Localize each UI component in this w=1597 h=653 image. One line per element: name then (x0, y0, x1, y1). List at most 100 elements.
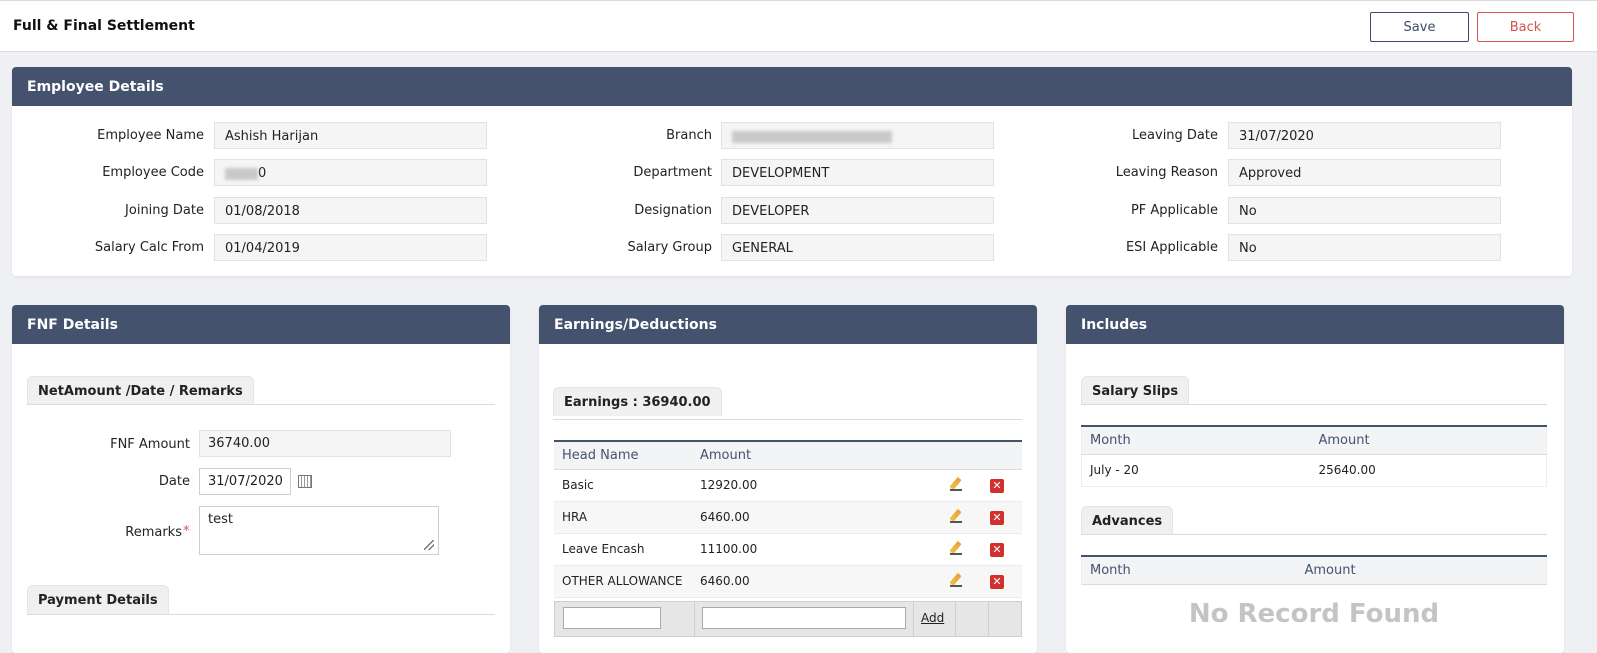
table-row[interactable]: July - 20 25640.00 (1081, 454, 1547, 487)
divider (27, 404, 495, 405)
column-header-edit (942, 441, 982, 470)
department-label: Department (633, 165, 712, 180)
head-name-cell: Basic (554, 469, 692, 502)
tab-salary-slips[interactable]: Salary Slips (1081, 376, 1190, 405)
new-amount-input[interactable] (702, 607, 906, 629)
divider (913, 602, 914, 636)
delete-icon[interactable]: ✕ (990, 478, 1004, 493)
table-row: OTHER ALLOWANCE 6460.00 ✕ (554, 565, 1022, 598)
column-header-delete (982, 441, 1022, 470)
employee-code-field[interactable]: 0 (214, 159, 487, 186)
employee-name-field[interactable]: Ashish Harijan (214, 122, 487, 149)
page-title: Full & Final Settlement (13, 18, 195, 34)
tab-netamount-date-remarks[interactable]: NetAmount /Date / Remarks (27, 376, 254, 405)
month-cell: July - 20 (1081, 454, 1311, 487)
fnf-amount-field[interactable]: 36740.00 (199, 430, 451, 457)
top-bar: Full & Final Settlement Save Back (0, 0, 1597, 52)
salary-calc-from-field[interactable]: 01/04/2019 (214, 234, 487, 261)
pf-applicable-label: PF Applicable (1130, 203, 1218, 218)
earnings-deductions-title: Earnings/Deductions (539, 305, 1037, 344)
divider (1081, 404, 1547, 405)
date-label: Date (158, 474, 190, 489)
advances-table: Month Amount (1081, 555, 1547, 585)
calendar-icon[interactable] (298, 475, 312, 488)
salary-group-field[interactable]: GENERAL (721, 234, 994, 261)
leaving-date-label: Leaving Date (1132, 128, 1218, 143)
edit-pencil-icon[interactable] (950, 509, 964, 523)
column-header-amount: Amount (1296, 556, 1547, 585)
save-button[interactable]: Save (1370, 12, 1469, 42)
remarks-label: Remarks (125, 525, 182, 540)
back-button[interactable]: Back (1477, 12, 1574, 42)
employee-details-title: Employee Details (12, 67, 1572, 106)
employee-details-panel: Employee Details Employee Name Ashish Ha… (12, 67, 1572, 276)
pf-applicable-field[interactable]: No (1228, 197, 1501, 224)
column-header-amount: Amount (692, 441, 942, 470)
amount-cell: 11100.00 (692, 533, 942, 566)
employee-code-value: 0 (258, 166, 267, 181)
branch-field[interactable] (721, 122, 994, 149)
designation-label: Designation (634, 203, 712, 218)
includes-panel: Includes Salary Slips Month Amount July … (1066, 305, 1564, 653)
designation-field[interactable]: DEVELOPER (721, 197, 994, 224)
redacted-mask (732, 130, 892, 143)
employee-code-label: Employee Code (102, 165, 204, 180)
amount-cell: 6460.00 (692, 565, 942, 598)
fnf-details-panel: FNF Details NetAmount /Date / Remarks FN… (12, 305, 510, 653)
date-input[interactable]: 31/07/2020 (199, 468, 291, 495)
amount-cell: 12920.00 (692, 469, 942, 502)
salary-slips-table: Month Amount July - 20 25640.00 (1081, 425, 1547, 487)
edit-pencil-icon[interactable] (950, 541, 964, 555)
amount-cell: 6460.00 (692, 501, 942, 534)
head-name-cell: OTHER ALLOWANCE (554, 565, 692, 598)
employee-name-label: Employee Name (97, 128, 204, 143)
required-marker: * (183, 524, 190, 539)
divider (988, 602, 989, 636)
add-link[interactable]: Add (921, 611, 944, 625)
fnf-amount-label: FNF Amount (110, 437, 190, 452)
table-row: HRA 6460.00 ✕ (554, 501, 1022, 534)
delete-icon[interactable]: ✕ (990, 542, 1004, 557)
earnings-table: Head Name Amount Basic 12920.00 ✕ HRA 64… (554, 440, 1022, 598)
divider (1081, 534, 1547, 535)
column-header-month: Month (1081, 556, 1297, 585)
divider (553, 419, 1022, 420)
esi-applicable-label: ESI Applicable (1125, 240, 1218, 255)
divider (27, 614, 495, 615)
divider (694, 602, 695, 636)
head-name-cell: Leave Encash (554, 533, 692, 566)
redacted-mask (225, 167, 258, 180)
leaving-reason-field[interactable]: Approved (1228, 159, 1501, 186)
column-header-head-name: Head Name (554, 441, 692, 470)
resize-handle-icon[interactable] (424, 540, 434, 550)
table-row: Leave Encash 11100.00 ✕ (554, 533, 1022, 566)
branch-label: Branch (666, 128, 712, 143)
tab-advances[interactable]: Advances (1081, 506, 1174, 535)
tab-earnings[interactable]: Earnings : 36940.00 (553, 387, 722, 416)
earnings-deductions-panel: Earnings/Deductions Earnings : 36940.00 … (539, 305, 1037, 653)
tab-payment-details[interactable]: Payment Details (27, 585, 169, 614)
no-record-message: No Record Found (1188, 599, 1440, 629)
table-row: Basic 12920.00 ✕ (554, 469, 1022, 502)
head-name-cell: HRA (554, 501, 692, 534)
column-header-amount: Amount (1310, 426, 1547, 455)
department-field[interactable]: DEVELOPMENT (721, 159, 994, 186)
delete-icon[interactable]: ✕ (990, 510, 1004, 525)
joining-date-label: Joining Date (125, 203, 204, 218)
new-head-name-input[interactable] (563, 607, 661, 629)
leaving-date-field[interactable]: 31/07/2020 (1228, 122, 1501, 149)
salary-group-label: Salary Group (627, 240, 712, 255)
remarks-textarea[interactable]: test (199, 506, 439, 555)
divider (955, 602, 956, 636)
esi-applicable-field[interactable]: No (1228, 234, 1501, 261)
leaving-reason-label: Leaving Reason (1115, 165, 1218, 180)
delete-icon[interactable]: ✕ (990, 574, 1004, 589)
joining-date-field[interactable]: 01/08/2018 (214, 197, 487, 224)
fnf-details-title: FNF Details (12, 305, 510, 344)
column-header-month: Month (1081, 426, 1311, 455)
edit-pencil-icon[interactable] (950, 477, 964, 491)
add-row: Add (554, 601, 1022, 637)
includes-title: Includes (1066, 305, 1564, 344)
salary-calc-from-label: Salary Calc From (94, 240, 204, 255)
edit-pencil-icon[interactable] (950, 573, 964, 587)
